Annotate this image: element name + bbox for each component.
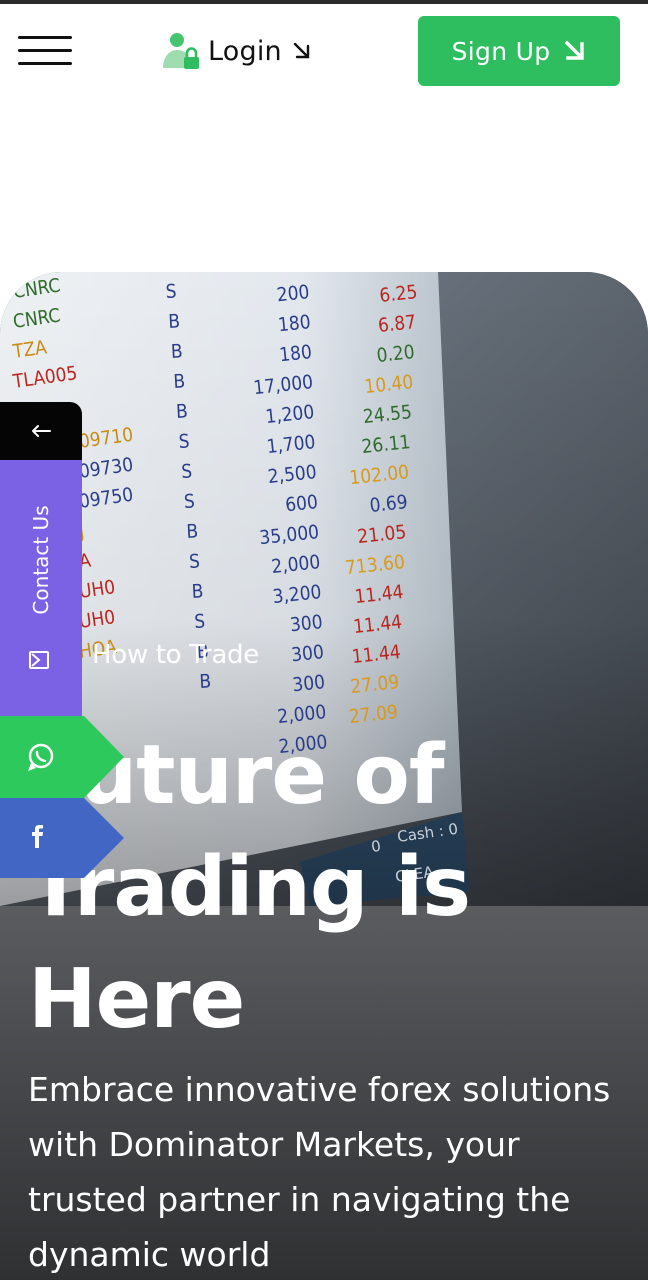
contact-us-label: Contact Us — [29, 505, 53, 615]
ticker-side: S — [194, 610, 206, 633]
arrow-left-icon — [32, 425, 51, 437]
hero-description: Embrace innovative forex solutions with … — [28, 1070, 611, 1274]
top-border — [0, 0, 648, 4]
menu-icon[interactable] — [18, 36, 72, 66]
ticker-quantity: 300 — [290, 641, 325, 666]
ticker-quantity: 180 — [278, 341, 313, 366]
ticker-quantity: 200 — [276, 281, 311, 306]
sidebar-toggle-button[interactable] — [0, 402, 82, 460]
arrow-down-right-icon — [564, 40, 585, 60]
ticker-side: B — [170, 340, 183, 363]
ticker-side: S — [189, 550, 201, 573]
ticker-side: S — [178, 430, 190, 453]
ticker-quantity: 300 — [289, 611, 324, 636]
ticker-quantity: 180 — [277, 311, 312, 336]
ticker-side: B — [168, 310, 181, 333]
ticker-side: S — [165, 280, 177, 303]
ticker-price: 0.20 — [376, 341, 416, 367]
ticker-side: B — [173, 370, 186, 393]
facebook-button[interactable] — [0, 798, 124, 878]
ticker-side: B — [199, 670, 212, 693]
sign-up-label: Sign Up — [451, 36, 551, 66]
arrow-down-right-icon — [293, 42, 310, 59]
ticker-quantity: 300 — [291, 671, 326, 696]
ticker-side: B — [176, 400, 189, 423]
ticker-quantity: 600 — [284, 491, 319, 516]
ticker-side: B — [186, 520, 199, 543]
hero-kicker: How to Trade — [92, 640, 259, 670]
ticker-price: 0.69 — [369, 491, 409, 517]
sign-up-button[interactable]: Sign Up — [418, 16, 620, 86]
mail-icon — [29, 651, 49, 669]
ticker-price: 6.25 — [378, 281, 418, 307]
whatsapp-button[interactable] — [0, 716, 124, 798]
contact-us-tab[interactable]: Contact Us — [0, 460, 82, 716]
ticker-side: S — [183, 490, 195, 513]
user-lock-icon — [163, 33, 199, 69]
login-label: Login — [208, 35, 282, 67]
login-button[interactable]: Login — [160, 30, 312, 72]
ticker-side: S — [181, 460, 193, 483]
ticker-side: B — [191, 580, 204, 603]
ticker-price: 6.87 — [377, 311, 417, 337]
